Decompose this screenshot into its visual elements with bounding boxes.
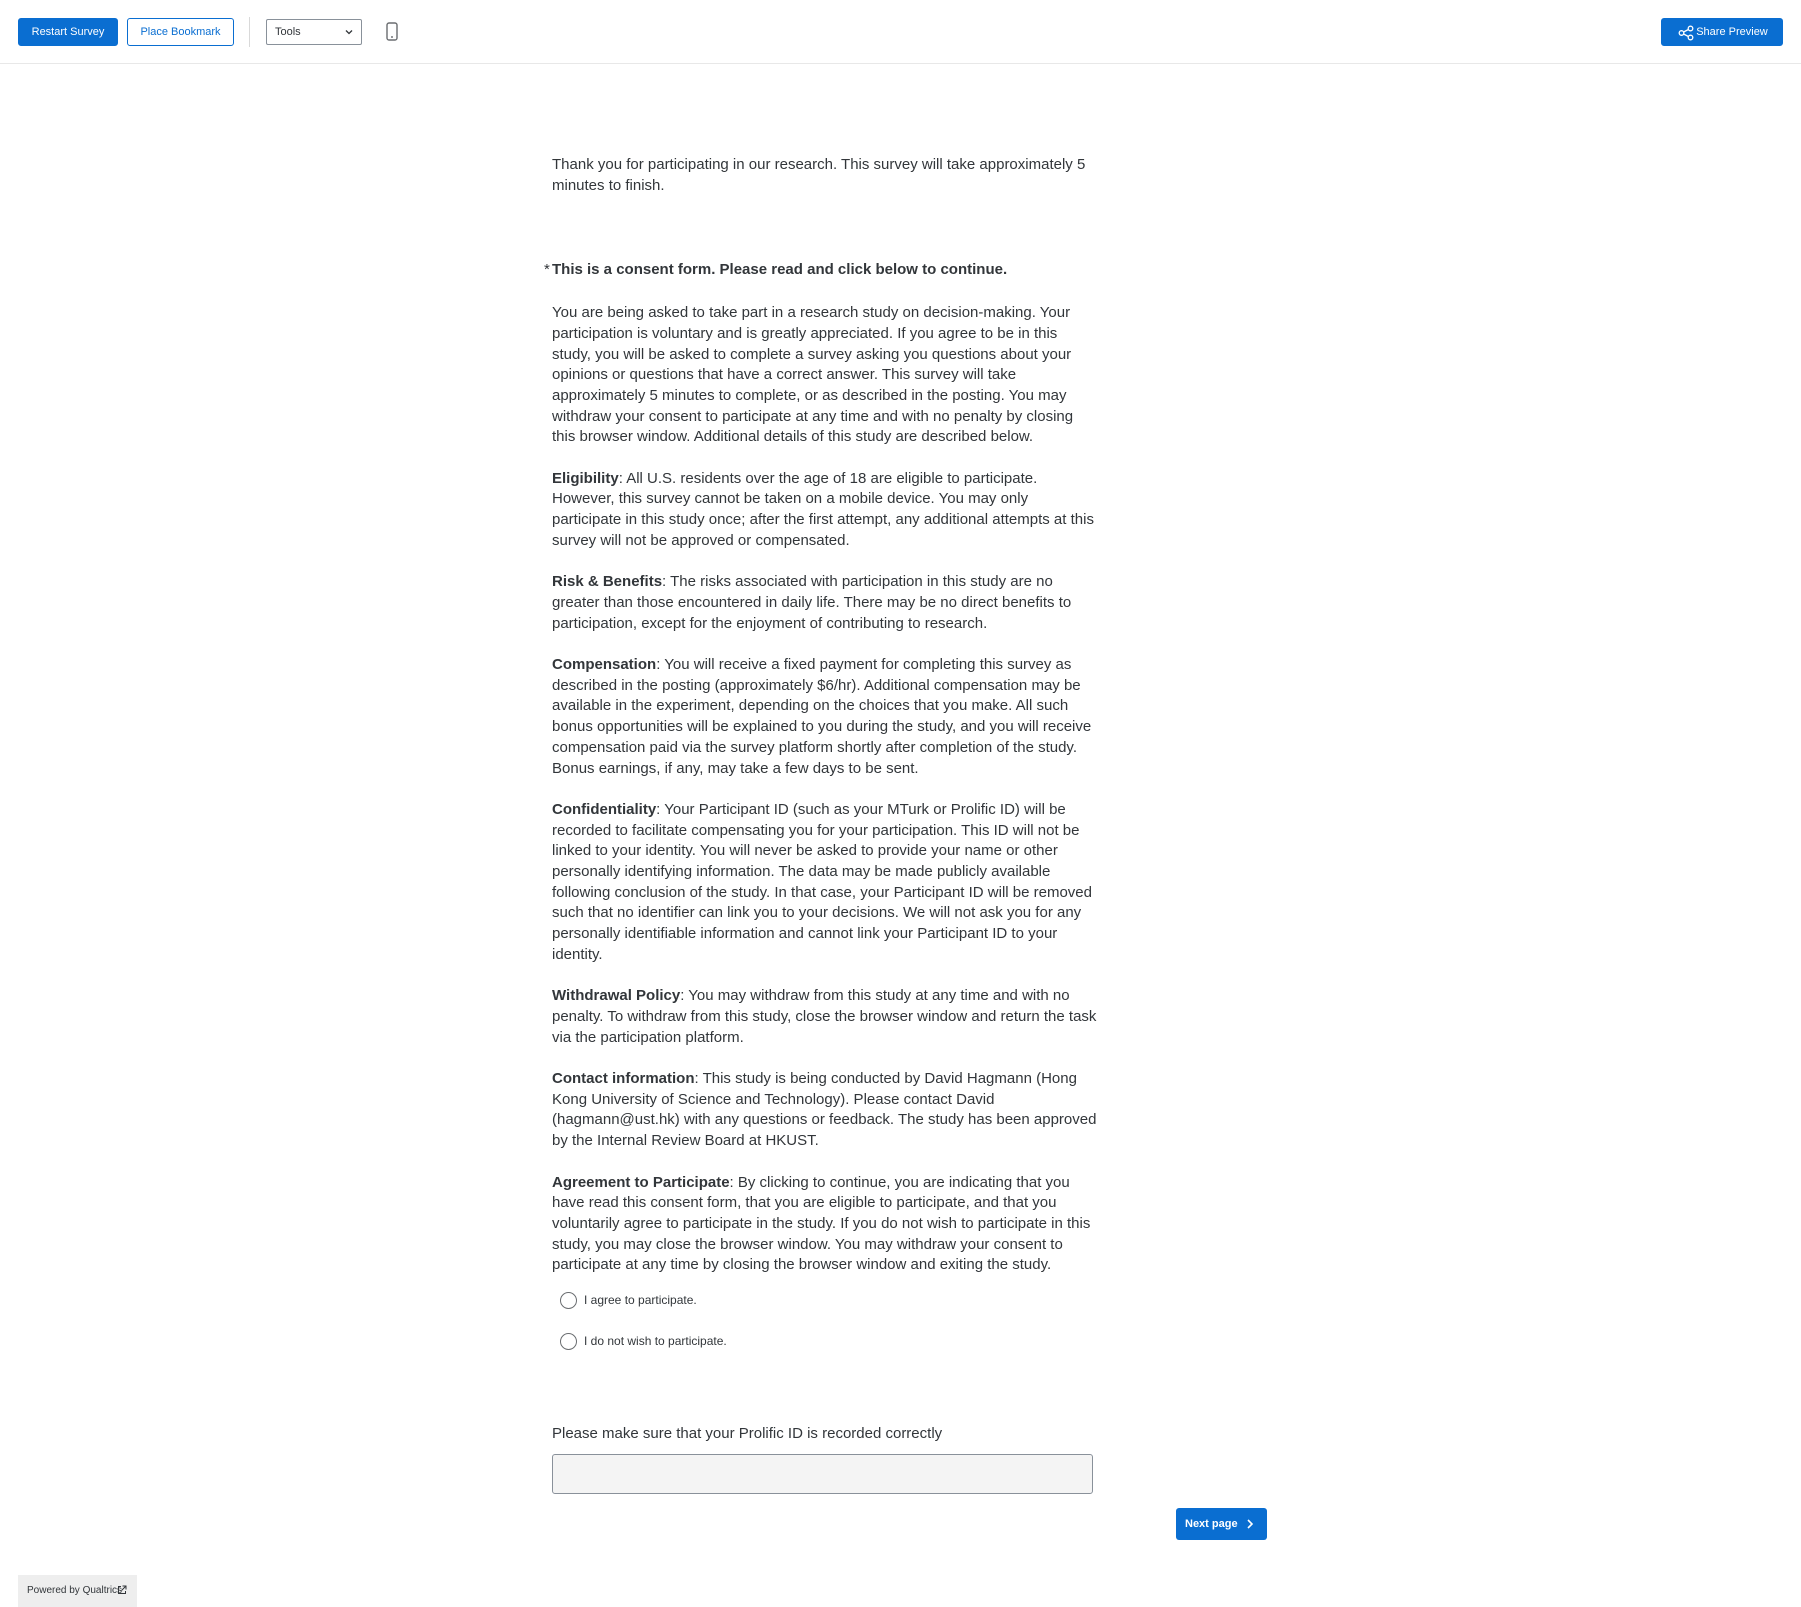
- consent-intro-paragraph: You are being asked to take part in a re…: [552, 304, 1074, 446]
- consent-form-text: You are being asked to take part in a re…: [552, 303, 1098, 1276]
- section-heading: Withdrawal Policy: [552, 987, 681, 1005]
- tools-dropdown[interactable]: Tools: [266, 19, 362, 45]
- section-heading: Compensation: [552, 656, 657, 674]
- radio-button[interactable]: [560, 1333, 577, 1351]
- choice-label: I agree to participate.: [584, 1293, 697, 1308]
- chevron-down-icon: [345, 30, 353, 35]
- choice-agree[interactable]: I agree to participate.: [552, 1290, 1098, 1331]
- consent-section-risk-benefits: Risk & Benefits: The risks associated wi…: [552, 572, 1098, 634]
- radio-button[interactable]: [560, 1292, 577, 1310]
- choice-decline[interactable]: I do not wish to participate.: [552, 1331, 1098, 1372]
- consent-question-title-text: This is a consent form. Please read and …: [552, 261, 1008, 279]
- restart-survey-button[interactable]: Restart Survey: [18, 18, 118, 46]
- section-text: : You will receive a fixed payment for c…: [552, 656, 1092, 777]
- mobile-phone-icon[interactable]: [382, 20, 402, 44]
- section-text: : Your Participant ID (such as your MTur…: [552, 800, 1092, 963]
- consent-section-compensation: Compensation: You will receive a fixed p…: [552, 655, 1098, 779]
- preview-toolbar: Restart Survey Place Bookmark Tools Shar…: [0, 0, 1801, 64]
- consent-section-eligibility: Eligibility: All U.S. residents over the…: [552, 469, 1098, 552]
- share-preview-label: Share Preview: [1696, 26, 1768, 38]
- prolific-id-input[interactable]: [552, 1453, 1093, 1494]
- prolific-id-label: Please make sure that your Prolific ID i…: [552, 1425, 943, 1443]
- consent-section-contact: Contact information: This study is being…: [552, 1069, 1098, 1152]
- survey-body: Thank you for participating in our resea…: [544, 155, 1098, 1494]
- toolbar-divider: [249, 17, 250, 47]
- share-preview-button[interactable]: Share Preview: [1661, 18, 1783, 46]
- powered-by-label: Powered by Qualtrics: [27, 1585, 123, 1596]
- consent-section-agreement: Agreement to Participate: By clicking to…: [552, 1173, 1098, 1277]
- choice-label: I do not wish to participate.: [584, 1334, 727, 1349]
- section-heading: Eligibility: [552, 469, 619, 487]
- consent-section-confidentiality: Confidentiality: Your Participant ID (su…: [552, 800, 1098, 966]
- place-bookmark-button[interactable]: Place Bookmark: [127, 18, 234, 46]
- section-heading: Agreement to Participate: [552, 1173, 730, 1191]
- next-page-button[interactable]: Next page: [1176, 1508, 1267, 1540]
- chevron-right-icon: [1247, 1519, 1254, 1529]
- required-marker: *: [544, 261, 550, 279]
- intro-text: Thank you for participating in our resea…: [552, 156, 1086, 194]
- consent-question-title: * This is a consent form. Please read an…: [544, 260, 1098, 281]
- section-heading: Risk & Benefits: [552, 573, 663, 591]
- section-heading: Confidentiality: [552, 800, 657, 818]
- tools-dropdown-value: Tools: [275, 26, 301, 38]
- powered-by-qualtrics-link[interactable]: Powered by Qualtrics: [18, 1575, 137, 1607]
- external-link-icon: [118, 1585, 127, 1594]
- section-text: : All U.S. residents over the age of 18 …: [552, 469, 1094, 549]
- next-page-label: Next page: [1185, 1518, 1238, 1530]
- consent-choices: I agree to participate. I do not wish to…: [552, 1290, 1098, 1372]
- section-heading: Contact information: [552, 1070, 695, 1088]
- share-icon: [1678, 25, 1694, 41]
- consent-section-withdrawal: Withdrawal Policy: You may withdraw from…: [552, 986, 1098, 1048]
